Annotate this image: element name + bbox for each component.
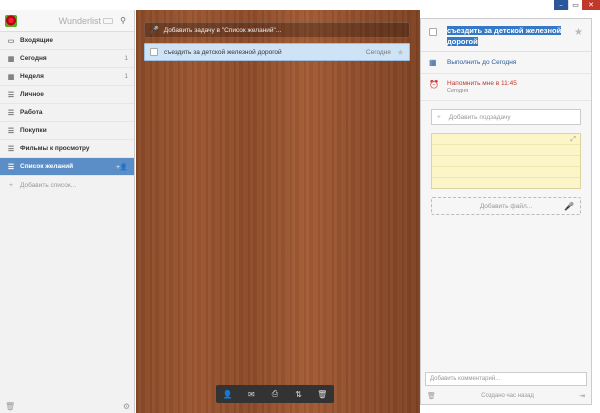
microphone-icon[interactable]: 🎤 bbox=[564, 202, 574, 211]
sidebar-item-label: Фильмы к просмотру bbox=[20, 145, 90, 152]
sidebar-item-movies[interactable]: ☰ Фильмы к просмотру bbox=[0, 140, 134, 158]
microphone-icon[interactable]: 🎤 bbox=[150, 26, 159, 34]
list-icon: ☰ bbox=[7, 127, 15, 135]
detail-header: съездить за детской железной дорогой ★ bbox=[421, 19, 591, 52]
sidebar-item-inbox[interactable]: ▭ Входящие bbox=[0, 32, 134, 50]
list-icon: ☰ bbox=[7, 145, 15, 153]
sidebar-item-label: Сегодня bbox=[20, 55, 47, 62]
sidebar-item-label: Список желаний bbox=[20, 163, 74, 170]
sidebar-footer: 🗑 ⚙ bbox=[0, 399, 135, 413]
app-name-text: Wunderlist bbox=[58, 15, 101, 26]
inbox-badge-icon[interactable] bbox=[103, 18, 113, 25]
sidebar-item-count: 1 bbox=[124, 55, 128, 62]
task-title: съездить за детской железной дорогой bbox=[164, 48, 282, 56]
due-date-row[interactable]: ▦ Выполнить до Сегодня bbox=[421, 52, 591, 74]
window-controls: – ▭ ✕ bbox=[554, 0, 600, 10]
add-file-button[interactable]: Добавить файл... 🎤 bbox=[431, 197, 581, 215]
minimize-icon[interactable]: – bbox=[554, 0, 568, 10]
sidebar-item-label: Неделя bbox=[20, 73, 44, 80]
detail-title[interactable]: съездить за детской железной дорогой bbox=[447, 25, 574, 47]
plus-icon: + bbox=[9, 181, 13, 189]
reminder-row[interactable]: ⏰ Напомнить мне в 11:45 Сегодня bbox=[421, 74, 591, 101]
star-icon[interactable]: ★ bbox=[397, 48, 404, 57]
reminder-label: Напомнить мне в 11:45 bbox=[447, 80, 517, 87]
inbox-icon: ▭ bbox=[7, 37, 15, 45]
task-due-date: Сегодня bbox=[365, 48, 391, 56]
search-icon[interactable]: ⚲ bbox=[117, 16, 129, 25]
reminder-date: Сегодня bbox=[447, 88, 469, 94]
sidebar: Wunderlist ⚲ ▭ Входящие ▦ Сегодня 1 ▦ Не… bbox=[0, 10, 135, 413]
detail-checkbox[interactable] bbox=[429, 28, 437, 36]
task-row[interactable]: съездить за детской железной дорогой Сег… bbox=[144, 43, 410, 61]
list-icon: ☰ bbox=[7, 163, 15, 171]
sort-icon[interactable]: ⇅ bbox=[290, 390, 308, 399]
task-detail-panel: съездить за детской железной дорогой ★ ▦… bbox=[420, 18, 592, 405]
trash-icon[interactable]: 🗑 bbox=[313, 390, 331, 399]
sidebar-item-label: Работа bbox=[20, 109, 43, 116]
sidebar-item-shopping[interactable]: ☰ Покупки bbox=[0, 122, 134, 140]
sidebar-item-work[interactable]: ☰ Работа bbox=[0, 104, 134, 122]
subtask-placeholder: Добавить подзадачу bbox=[448, 113, 511, 121]
avatar[interactable] bbox=[5, 14, 17, 27]
created-text: Создано час назад bbox=[481, 393, 534, 399]
calendar-week-icon: ▦ bbox=[7, 73, 15, 81]
add-list-button[interactable]: + Добавить список... bbox=[0, 176, 134, 194]
print-icon[interactable]: ⎙ bbox=[266, 389, 284, 399]
trash-icon[interactable]: 🗑 bbox=[5, 402, 15, 411]
app-name: Wunderlist bbox=[17, 16, 117, 26]
plus-icon: + bbox=[437, 113, 441, 121]
sidebar-item-personal[interactable]: ☰ Личное bbox=[0, 86, 134, 104]
expand-icon[interactable]: ⤢ bbox=[570, 136, 576, 144]
gear-icon[interactable]: ⚙ bbox=[123, 402, 130, 411]
comment-input[interactable]: Добавить комментарий... bbox=[425, 372, 587, 386]
star-icon[interactable]: ★ bbox=[574, 27, 583, 38]
add-task-placeholder: Добавить задачу в "Список желаний"... bbox=[163, 26, 282, 34]
sidebar-item-today[interactable]: ▦ Сегодня 1 bbox=[0, 50, 134, 68]
task-checkbox[interactable] bbox=[150, 48, 158, 56]
calendar-icon: ▦ bbox=[429, 58, 437, 67]
sidebar-item-wishlist[interactable]: ☰ Список желаний +👤 bbox=[0, 158, 134, 176]
sidebar-item-label: Покупки bbox=[20, 127, 47, 134]
sidebar-header: Wunderlist ⚲ bbox=[0, 10, 134, 32]
sidebar-item-count: 1 bbox=[124, 73, 128, 80]
comment-placeholder: Добавить комментарий... bbox=[430, 376, 501, 382]
add-subtask-input[interactable]: + Добавить подзадачу bbox=[431, 109, 581, 125]
alarm-clock-icon: ⏰ bbox=[429, 80, 439, 89]
list-icon: ☰ bbox=[7, 109, 15, 117]
due-date-label: Выполнить до Сегодня bbox=[447, 59, 517, 66]
trash-icon[interactable]: 🗑 bbox=[427, 392, 436, 400]
sidebar-item-week[interactable]: ▦ Неделя 1 bbox=[0, 68, 134, 86]
detail-title-text[interactable]: съездить за детской железной дорогой bbox=[447, 26, 562, 46]
sidebar-item-label: Личное bbox=[20, 91, 44, 98]
sidebar-list: ▭ Входящие ▦ Сегодня 1 ▦ Неделя 1 ☰ Личн… bbox=[0, 32, 134, 176]
calendar-icon: ▦ bbox=[7, 55, 15, 63]
detail-footer: 🗑 Создано час назад ⇥ bbox=[421, 388, 591, 404]
window-titlebar: – ▭ ✕ bbox=[0, 0, 600, 10]
reminder-text: Напомнить мне в 11:45 Сегодня bbox=[447, 80, 517, 94]
add-task-input[interactable]: 🎤 Добавить задачу в "Список желаний"... bbox=[144, 22, 410, 38]
bottom-toolbar: 👤 ✉ ⎙ ⇅ 🗑 bbox=[216, 385, 334, 403]
share-user-icon[interactable]: 👤 bbox=[219, 390, 237, 399]
share-list-icon[interactable]: +👤 bbox=[116, 163, 128, 171]
sidebar-item-label: Входящие bbox=[20, 37, 53, 44]
list-icon: ☰ bbox=[7, 91, 15, 99]
note-area[interactable]: ⤢ bbox=[431, 133, 581, 189]
maximize-icon[interactable]: ▭ bbox=[568, 0, 582, 10]
add-list-label: Добавить список... bbox=[20, 181, 77, 189]
task-list-area: 🎤 Добавить задачу в "Список желаний"... … bbox=[136, 10, 420, 413]
close-panel-icon[interactable]: ⇥ bbox=[579, 392, 585, 400]
close-icon[interactable]: ✕ bbox=[582, 0, 600, 10]
email-icon[interactable]: ✉ bbox=[242, 390, 260, 399]
add-file-label: Добавить файл... bbox=[479, 202, 533, 210]
